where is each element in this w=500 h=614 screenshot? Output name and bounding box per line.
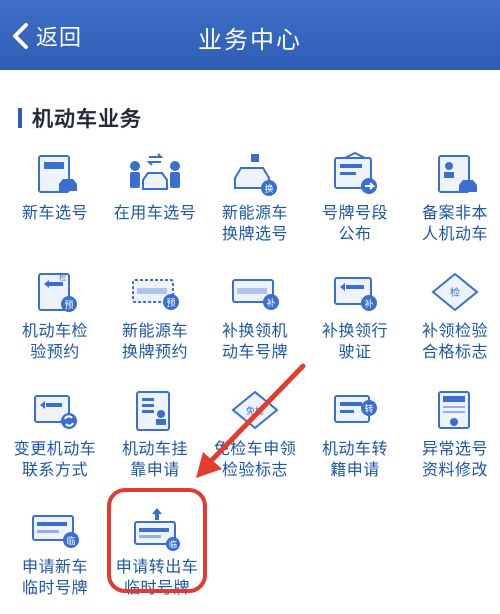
svg-text:检: 检 bbox=[59, 273, 66, 282]
service-vehicle-transfer[interactable]: 转 机动车转 籍申请 bbox=[305, 386, 405, 496]
service-reissue-driving-license[interactable]: 补 补换领行 驶证 bbox=[305, 268, 405, 378]
service-inspection-appointment[interactable]: 检 预 机动车检 验预约 bbox=[5, 268, 105, 378]
svg-text:免检: 免检 bbox=[246, 405, 264, 417]
service-nev-plate-appointment[interactable]: 预 新能源车 换牌预约 bbox=[105, 268, 205, 378]
service-new-car-temp-plate[interactable]: 临 申请新车 临时号牌 bbox=[5, 504, 105, 614]
svg-text:检: 检 bbox=[450, 286, 460, 299]
page-title: 业务中心 bbox=[198, 26, 302, 54]
temp-plate-icon: 临 bbox=[32, 515, 79, 548]
service-register-non-owner-vehicle[interactable]: 备案非本 人机动车 bbox=[405, 150, 500, 260]
inspection-document-icon: 检 预 bbox=[38, 273, 77, 312]
svg-text:临: 临 bbox=[66, 535, 75, 547]
service-new-car-plate-selection[interactable]: 新车选号 bbox=[5, 150, 105, 260]
service-reissue-license-plate[interactable]: 补 补换领机 动车号牌 bbox=[205, 268, 305, 378]
top-navigation-bar: 返回 业务中心 bbox=[0, 0, 500, 70]
affiliation-document-icon bbox=[136, 391, 170, 431]
license-plate-reserve-icon: 预 bbox=[132, 279, 179, 310]
registration-document-icon bbox=[438, 155, 477, 193]
service-nev-plate-selection[interactable]: 换 新能源车 换牌选号 bbox=[205, 150, 305, 260]
contact-change-icon bbox=[34, 395, 77, 429]
svg-text:预: 预 bbox=[166, 298, 175, 309]
highlight-box bbox=[107, 488, 207, 593]
svg-text:转: 转 bbox=[364, 403, 373, 415]
service-reissue-inspection-mark[interactable]: 检 补领检验 合格标志 bbox=[405, 268, 500, 378]
section-header: 机动车业务 bbox=[18, 104, 142, 132]
service-grid: 新车选号 在用车选号 换 新能源车 换牌选号 号牌号段 公布 备案非本 人机动车… bbox=[0, 150, 500, 597]
electric-car-icon: 换 bbox=[234, 154, 277, 196]
new-car-plate-icon bbox=[38, 155, 77, 193]
item-label-1: 新车选号 bbox=[21, 203, 88, 222]
inspection-mark-icon: 检 bbox=[431, 272, 479, 312]
svg-text:补: 补 bbox=[266, 297, 275, 309]
svg-text:补: 补 bbox=[364, 298, 373, 310]
service-change-contact-info[interactable]: 变更机动车 联系方式 bbox=[5, 386, 105, 496]
service-abnormal-selection-edit[interactable]: 异常选号 资料修改 bbox=[405, 386, 500, 496]
driving-license-icon: 补 bbox=[334, 277, 377, 311]
exempt-inspection-icon: 免检 bbox=[231, 390, 279, 430]
service-vehicle-affiliation[interactable]: 机动车挂 靠申请 bbox=[105, 386, 205, 496]
service-exempt-inspection-mark[interactable]: 免检 免检车申领 检验标志 bbox=[205, 386, 305, 496]
car-exchange-icon bbox=[130, 153, 180, 190]
section-accent-bar bbox=[18, 108, 22, 128]
announcement-board-icon bbox=[334, 152, 377, 194]
service-plate-number-range[interactable]: 号牌号段 公布 bbox=[305, 150, 405, 260]
svg-text:预: 预 bbox=[64, 300, 73, 311]
license-plate-reissue-icon: 补 bbox=[232, 279, 279, 310]
section-title: 机动车业务 bbox=[32, 107, 142, 131]
service-used-car-plate-selection[interactable]: 在用车选号 bbox=[105, 150, 205, 260]
transfer-document-icon: 转 bbox=[334, 395, 377, 423]
svg-text:换: 换 bbox=[264, 183, 273, 195]
data-edit-document-icon bbox=[438, 391, 470, 429]
